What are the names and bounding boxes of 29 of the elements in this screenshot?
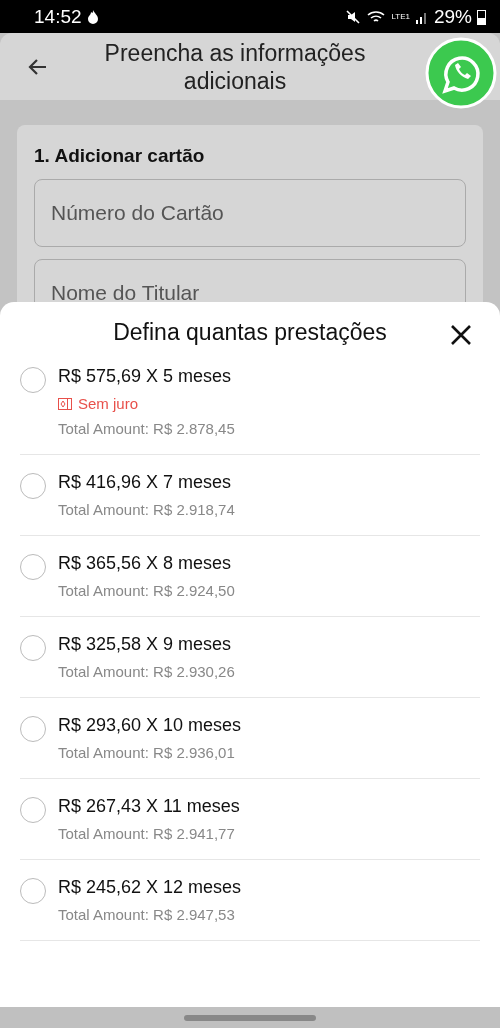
- total-amount: Total Amount: R$ 2.924,50: [58, 582, 235, 599]
- total-amount: Total Amount: R$ 2.930,26: [58, 663, 235, 680]
- section-title: 1. Adicionar cartão: [34, 145, 206, 167]
- home-handle[interactable]: [184, 1014, 316, 1021]
- interest-free-label: Sem juro: [78, 395, 139, 412]
- total-amount: Total Amount: R$ 2.918,74: [58, 501, 235, 518]
- flame-icon: [86, 9, 99, 24]
- installment-option[interactable]: R$ 365,56 X 8 meses: [58, 552, 235, 574]
- installment-option[interactable]: R$ 293,60 X 10 meses: [58, 714, 242, 736]
- network-label: LTE1: [391, 12, 410, 21]
- total-amount: Total Amount: R$ 2.878,45: [58, 420, 235, 437]
- total-amount: Total Amount: R$ 2.936,01: [58, 744, 236, 761]
- installment-option[interactable]: R$ 575,69 X 5 meses: [58, 365, 235, 387]
- installment-option[interactable]: R$ 325,58 X 9 meses: [58, 633, 235, 655]
- installment-option[interactable]: R$ 245,62 X 12 meses: [58, 876, 242, 898]
- wifi-icon: [366, 8, 387, 25]
- page-title: Preencha as informações adicionais: [103, 38, 367, 95]
- battery-icon: [477, 8, 486, 25]
- tag-icon: [58, 397, 72, 410]
- chat-bubble-phone-icon[interactable]: [425, 37, 497, 109]
- total-amount: Total Amount: R$ 2.947,53: [58, 906, 236, 923]
- input-field[interactable]: Número do Cartão: [34, 179, 466, 247]
- status-time: 14:52: [34, 5, 82, 28]
- battery-percent: 29%: [433, 5, 472, 28]
- close-icon[interactable]: [450, 324, 472, 346]
- installment-option[interactable]: R$ 416,96 X 7 meses: [58, 471, 235, 493]
- total-amount: Total Amount: R$ 2.941,77: [58, 825, 236, 842]
- installment-option[interactable]: R$ 267,43 X 11 meses: [58, 795, 240, 817]
- mute-icon: [345, 8, 362, 25]
